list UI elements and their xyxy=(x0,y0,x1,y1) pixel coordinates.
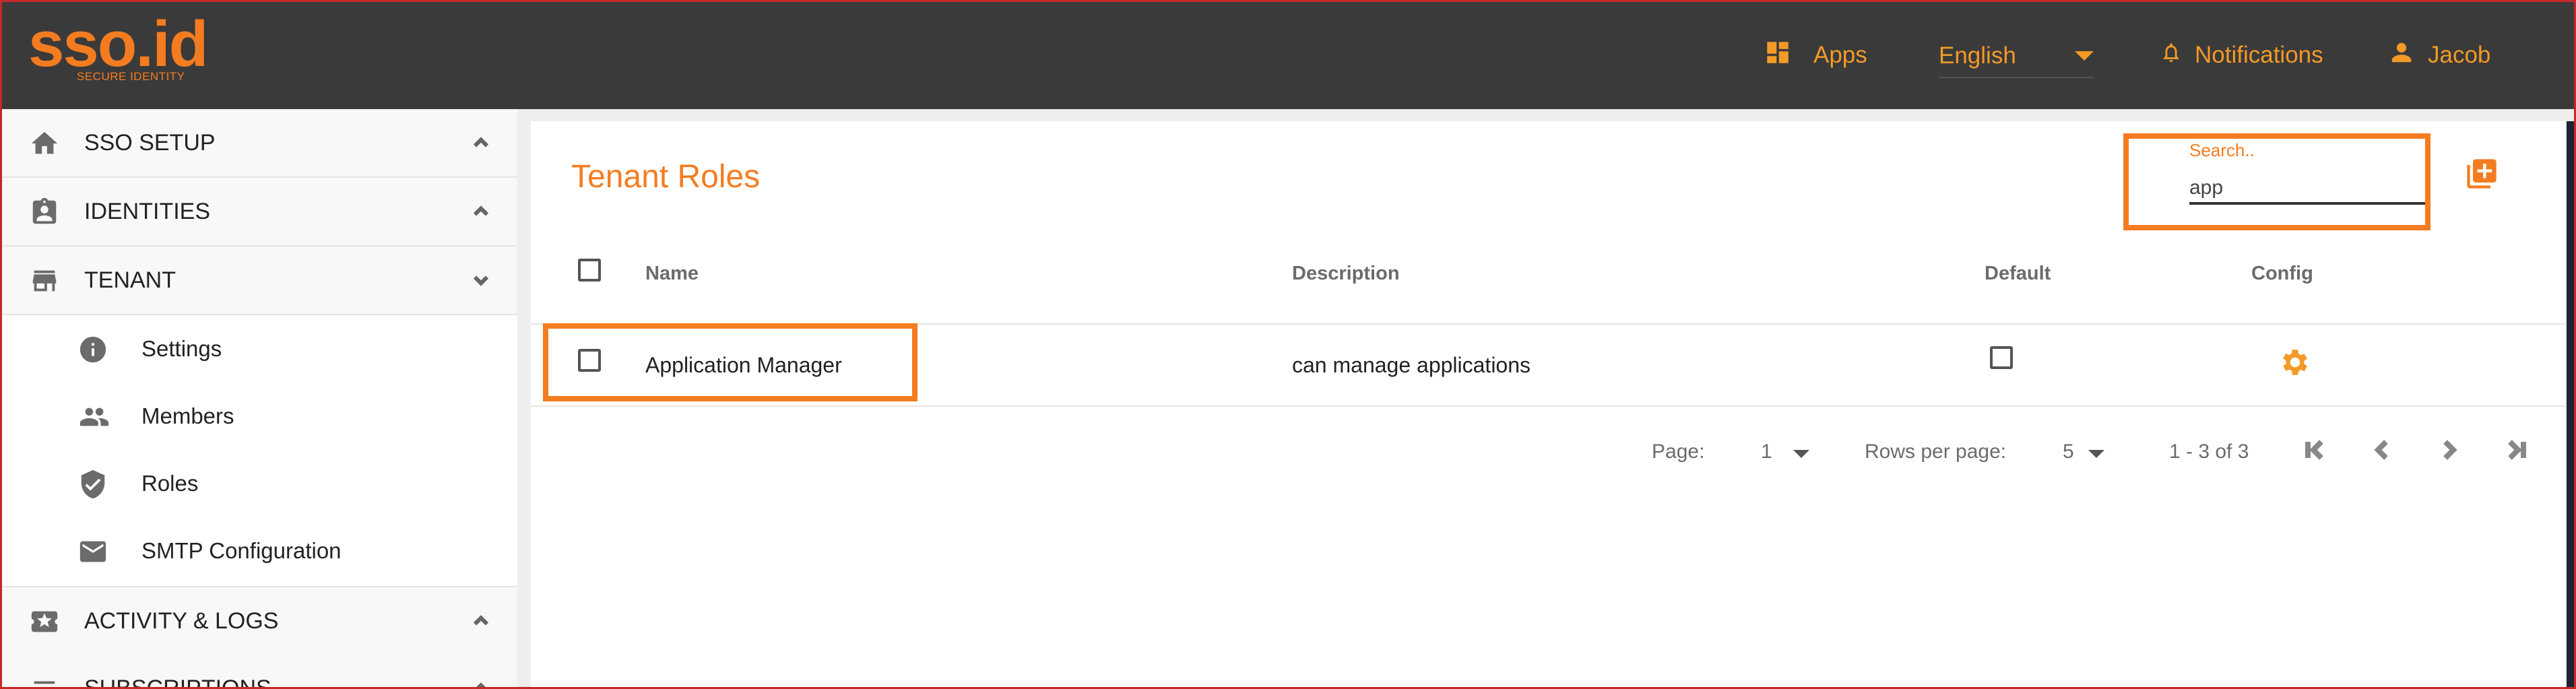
sidebar: SSO SETUP IDENTITIES TENANT Settings Mem… xyxy=(2,109,517,689)
logo-text: sso.id xyxy=(28,8,208,80)
last-page-icon xyxy=(2501,440,2533,469)
chevron-up-icon xyxy=(469,676,493,689)
home-icon xyxy=(29,128,60,159)
list-icon xyxy=(29,674,60,689)
notifications-label: Notifications xyxy=(2195,42,2323,68)
page-select-value[interactable]: 1 xyxy=(1761,440,1772,463)
star-ticket-icon xyxy=(29,606,60,637)
sidebar-item-smtp-configuration[interactable]: SMTP Configuration xyxy=(2,517,517,585)
column-header-description[interactable]: Description xyxy=(1292,263,1400,285)
sidebar-section-label: ACTIVITY & LOGS xyxy=(84,608,279,634)
mail-icon xyxy=(77,536,108,567)
sidebar-item-roles[interactable]: Roles xyxy=(2,450,517,517)
sidebar-item-label: Roles xyxy=(141,471,199,496)
library-add-icon xyxy=(2464,159,2499,194)
first-page-button[interactable] xyxy=(2298,434,2331,466)
badge-icon xyxy=(29,197,60,228)
search-label: Search.. xyxy=(2189,140,2255,160)
search-input[interactable] xyxy=(2189,174,2425,205)
logo[interactable]: sso.id SECURE IDENTITY xyxy=(28,12,230,90)
apps-grid-icon xyxy=(1764,38,1813,73)
first-page-icon xyxy=(2298,440,2331,469)
column-header-name[interactable]: Name xyxy=(645,263,699,285)
previous-page-button[interactable] xyxy=(2366,434,2398,466)
role-description: can manage applications xyxy=(1292,353,1531,377)
language-value: English xyxy=(1939,42,2016,69)
gear-icon xyxy=(2278,350,2312,382)
sidebar-section-label: IDENTITIES xyxy=(84,198,211,224)
pagination-range: 1 - 3 of 3 xyxy=(2169,440,2249,463)
chevron-up-icon xyxy=(469,199,493,227)
page-select-caret-icon[interactable] xyxy=(1793,450,1809,458)
chevron-right-icon xyxy=(2433,440,2466,469)
apps-button[interactable]: Apps xyxy=(1764,35,1867,75)
bell-icon xyxy=(2160,40,2195,71)
store-icon xyxy=(29,265,60,296)
sidebar-section-sso-setup[interactable]: SSO SETUP xyxy=(2,109,517,178)
rows-per-page-label: Rows per page: xyxy=(1865,440,2007,463)
rows-select-caret-icon[interactable] xyxy=(2088,450,2104,458)
people-icon xyxy=(77,401,109,432)
sidebar-item-settings[interactable]: Settings xyxy=(2,315,517,383)
top-app-bar: sso.id SECURE IDENTITY Apps English Noti… xyxy=(0,0,2576,109)
sidebar-section-tenant[interactable]: TENANT xyxy=(2,247,517,315)
sidebar-item-label: SMTP Configuration xyxy=(141,538,342,563)
shield-check-icon xyxy=(77,469,108,500)
next-page-button[interactable] xyxy=(2433,434,2466,466)
logo-tagline: SECURE IDENTITY xyxy=(77,70,185,83)
chevron-up-icon xyxy=(469,131,493,158)
main-panel: Tenant Roles Search.. Name Description D… xyxy=(531,121,2565,689)
last-page-button[interactable] xyxy=(2501,434,2533,466)
user-name: Jacob xyxy=(2428,42,2491,68)
sidebar-section-label: TENANT xyxy=(84,267,176,293)
select-all-checkbox[interactable] xyxy=(578,259,601,282)
sidebar-section-activity-logs[interactable]: ACTIVITY & LOGS xyxy=(2,586,517,656)
result-highlight-box xyxy=(543,323,917,401)
info-icon xyxy=(77,334,108,365)
sidebar-item-label: Settings xyxy=(141,336,222,361)
user-menu-button[interactable]: Jacob xyxy=(2389,35,2490,75)
notifications-button[interactable]: Notifications xyxy=(2160,35,2323,75)
rows-per-page-value[interactable]: 5 xyxy=(2063,440,2074,463)
apps-label: Apps xyxy=(1813,42,1867,68)
sidebar-section-label: SUBSCRIPTIONS xyxy=(84,675,271,689)
sidebar-section-identities[interactable]: IDENTITIES xyxy=(2,178,517,247)
sidebar-item-label: Members xyxy=(141,403,234,428)
config-button[interactable] xyxy=(2278,346,2312,379)
page-title: Tenant Roles xyxy=(571,159,761,195)
chevron-left-icon xyxy=(2366,440,2398,469)
chevron-down-icon xyxy=(469,268,493,296)
chevron-down-icon xyxy=(2075,51,2094,61)
default-checkbox[interactable] xyxy=(1990,346,2013,369)
page-label: Page: xyxy=(1652,440,1705,463)
language-select[interactable]: English xyxy=(1939,35,2094,78)
column-header-config: Config xyxy=(2251,263,2313,284)
column-header-default[interactable]: Default xyxy=(1985,263,2051,285)
chevron-up-icon xyxy=(469,609,493,636)
scrollbar[interactable] xyxy=(2567,121,2574,689)
sidebar-item-members[interactable]: Members xyxy=(2,383,517,450)
sidebar-section-label: SSO SETUP xyxy=(84,129,216,156)
add-role-button[interactable] xyxy=(2464,156,2499,191)
sidebar-section-subscriptions[interactable]: SUBSCRIPTIONS xyxy=(2,655,517,689)
person-icon xyxy=(2389,40,2428,71)
